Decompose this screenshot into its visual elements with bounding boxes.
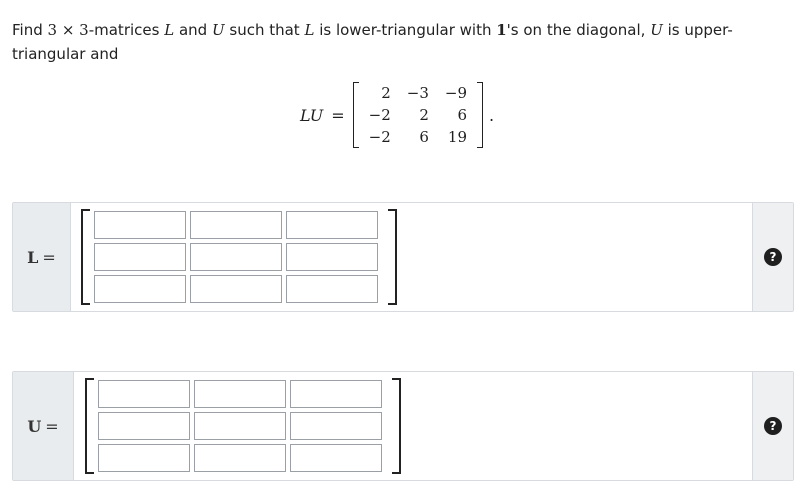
answer-label-u: U = [13, 372, 74, 480]
matrix-entry: −3 [406, 84, 429, 102]
l-cell-r1c3[interactable] [286, 211, 378, 239]
equation-lhs: LU [300, 105, 324, 125]
question-circle-icon[interactable]: ? [764, 248, 782, 266]
matrix-entry: 19 [447, 128, 468, 146]
question-circle-icon[interactable]: ? [764, 417, 782, 435]
left-bracket [81, 209, 90, 305]
l-cell-r2c1[interactable] [94, 243, 186, 271]
u-cell-r3c1[interactable] [98, 444, 190, 472]
dim-b: 3 [79, 21, 89, 39]
u-cell-r3c2[interactable] [194, 444, 286, 472]
u-cell-r2c1[interactable] [98, 412, 190, 440]
prompt-find: Find [12, 21, 48, 39]
prompt-text2: such that [224, 21, 305, 39]
matrix-entry: 6 [457, 106, 468, 124]
prompt-text1: -matrices [88, 21, 165, 39]
times-symbol: × [57, 21, 80, 39]
l-cell-r3c2[interactable] [190, 275, 282, 303]
l-cell-r2c2[interactable] [190, 243, 282, 271]
l-cell-r1c2[interactable] [190, 211, 282, 239]
matrix-input-u [85, 378, 401, 474]
left-bracket [85, 378, 94, 474]
matrix-entry: −9 [444, 84, 468, 102]
prompt-text3: is lower-triangular with [314, 21, 497, 39]
answer-row-u: U = ? [12, 371, 794, 481]
var-u: U [211, 21, 225, 39]
matrix-entry: 2 [381, 84, 391, 102]
u-cell-r1c3[interactable] [290, 380, 382, 408]
var-u-2: U [650, 21, 663, 39]
l-cell-r2c3[interactable] [286, 243, 378, 271]
label-l-letter: L [27, 247, 39, 267]
l-cell-r1c1[interactable] [94, 211, 186, 239]
right-bracket [388, 209, 397, 305]
label-l-equals: = [42, 247, 56, 267]
matrix-entry: 2 [419, 106, 429, 124]
matrix-entry: −2 [368, 106, 391, 124]
matrix-input-l [81, 209, 397, 305]
answer-label-l: L = [13, 203, 71, 311]
help-panel-l: ? [752, 203, 793, 311]
prompt-text4: 's on the diagonal, [506, 21, 651, 39]
equation-equals: = [331, 105, 345, 125]
dim-a: 3 [47, 21, 58, 39]
u-cell-r1c1[interactable] [98, 380, 190, 408]
right-bracket [392, 378, 401, 474]
bold-one: 1 [496, 21, 507, 39]
u-cell-r2c3[interactable] [290, 412, 382, 440]
u-cell-r1c2[interactable] [194, 380, 286, 408]
matrix-grid-u [98, 380, 382, 472]
matrix-entry: −2 [368, 128, 391, 146]
matrix-entry: 6 [419, 128, 429, 146]
l-cell-r3c1[interactable] [94, 275, 186, 303]
help-panel-u: ? [752, 372, 793, 480]
answer-row-l: L = ? [12, 202, 794, 312]
var-l-2: L [304, 21, 315, 39]
given-matrix: 2 −3 −9 −2 2 6 −2 6 19 [352, 82, 484, 148]
matrix-grid-l [94, 211, 378, 303]
lu-equation: LU = 2 −3 −9 −2 2 6 −2 6 19 . [300, 80, 494, 150]
label-u-equals: = [45, 416, 59, 436]
var-l: L [164, 21, 175, 39]
prompt-and: and [174, 21, 212, 39]
equation-period: . [489, 105, 495, 125]
u-cell-r3c3[interactable] [290, 444, 382, 472]
problem-statement: Find 3 × 3-matrices L and U such that L … [12, 18, 792, 66]
l-cell-r3c3[interactable] [286, 275, 378, 303]
u-cell-r2c2[interactable] [194, 412, 286, 440]
label-u-letter: U [27, 416, 42, 436]
